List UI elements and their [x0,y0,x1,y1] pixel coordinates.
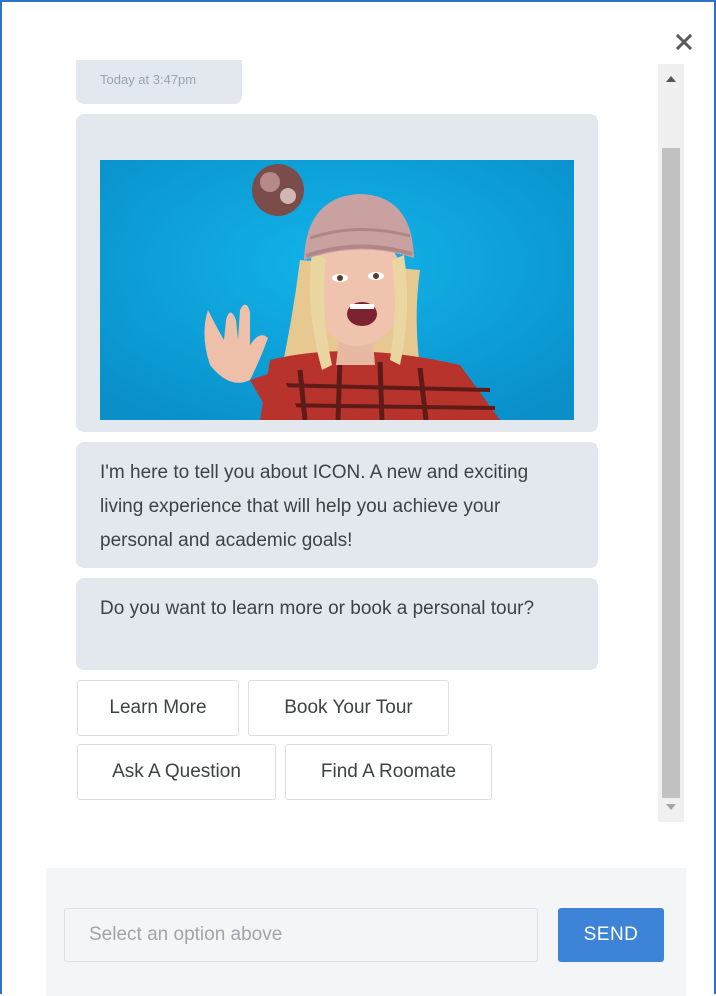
message-timestamp: Today at 3:47pm [76,60,242,104]
message-composer: SEND [46,868,686,996]
bot-message-bubble: I'm here to tell you about ICON. A new a… [76,442,598,568]
chat-widget-window: Today at 3:47pm I'm here to tell you abo… [0,0,716,996]
send-button[interactable]: SEND [558,908,664,962]
learn-more-button[interactable]: Learn More [77,680,239,736]
message-list: Today at 3:47pm I'm here to tell you abo… [2,2,716,862]
book-your-tour-button[interactable]: Book Your Tour [248,680,449,736]
waving-woman-gif [100,160,574,420]
scrollbar-thumb[interactable] [662,148,680,798]
close-button[interactable] [670,28,698,56]
triangle-down-icon [666,804,676,810]
close-icon [676,34,692,50]
bot-message-bubble: Do you want to learn more or book a pers… [76,578,598,670]
message-input[interactable] [64,908,538,962]
scroll-up-arrow[interactable] [658,68,684,90]
find-a-roommate-button[interactable]: Find A Roomate [285,744,492,800]
image-message-bubble [76,114,598,432]
triangle-up-icon [666,76,676,82]
message-list-scrollbar[interactable] [658,64,684,822]
scroll-down-arrow[interactable] [658,796,684,818]
ask-a-question-button[interactable]: Ask A Question [77,744,276,800]
